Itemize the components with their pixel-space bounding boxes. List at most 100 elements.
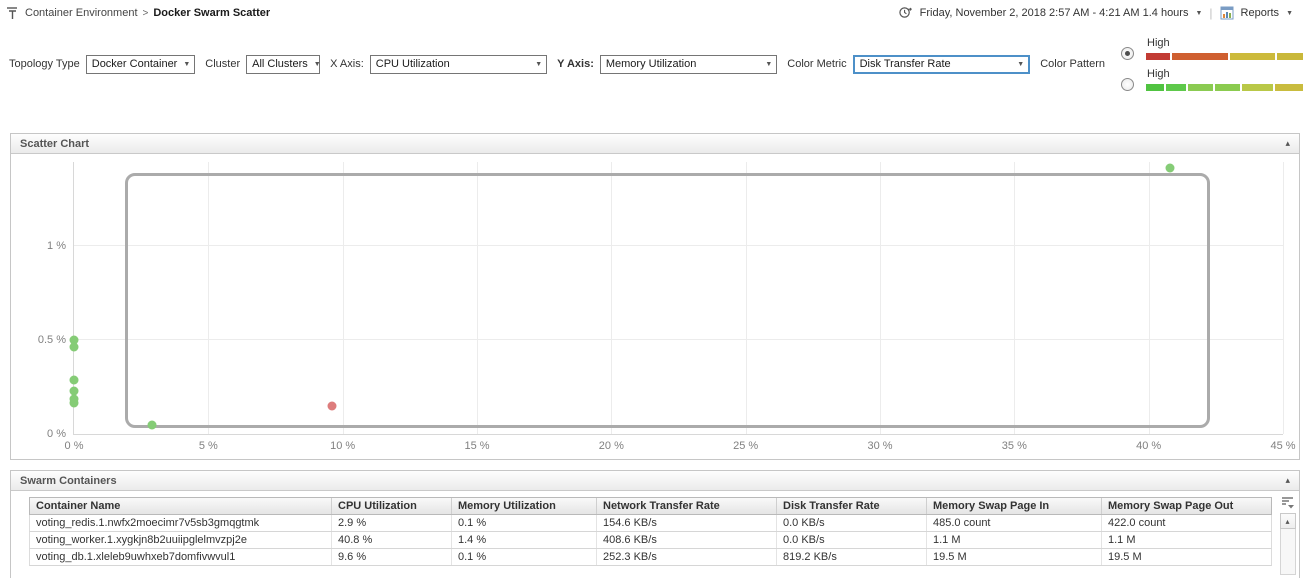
color-metric-select[interactable]: Disk Transfer Rate ▼ (852, 54, 1031, 74)
containers-table-body: voting_redis.1.nwfx2moecimr7v5sb3gmqgtmk… (29, 515, 1272, 566)
gradient-segment (1242, 84, 1274, 91)
table-row[interactable]: voting_worker.1.xygkjn8b2uuiipglelmvzpj2… (29, 532, 1272, 549)
time-range-text[interactable]: Friday, November 2, 2018 2:57 AM - 4:21 … (920, 7, 1189, 19)
color-pattern-swatch: High (1146, 37, 1303, 60)
x-axis-select[interactable]: CPU Utilization ▼ (369, 54, 548, 74)
y-axis-value: Memory Utilization (605, 58, 697, 70)
y-tick-label: 0 % (47, 428, 66, 440)
color-pattern-label: Color Pattern (1040, 58, 1106, 70)
topology-type-select[interactable]: Docker Container ▼ (85, 54, 196, 74)
column-header[interactable]: Disk Transfer Rate (777, 498, 927, 514)
table-cell: voting_worker.1.xygkjn8b2uuiipglelmvzpj2… (30, 532, 332, 548)
table-cell: 819.2 KB/s (777, 549, 927, 565)
color-pattern-radio-red-to-yellow[interactable] (1121, 47, 1135, 60)
x-tick-label: 0 % (64, 440, 84, 452)
breadcrumb-separator: > (142, 7, 149, 19)
column-header[interactable]: Memory Utilization (452, 498, 597, 514)
table-cell: voting_db.1.xleleb9uwhxeb7domfivwvul1 (30, 549, 332, 565)
reports-icon (1220, 6, 1234, 20)
scatter-point[interactable] (147, 420, 157, 430)
y-axis-label: Y Axis: (557, 58, 594, 70)
caret-down-icon: ▼ (183, 60, 191, 68)
column-header[interactable]: CPU Utilization (332, 498, 452, 514)
table-cell: 252.3 KB/s (597, 549, 777, 565)
docker-swarm-scatter-page: Container Environment > Docker Swarm Sca… (0, 0, 1303, 578)
color-pattern-options: High High (1121, 37, 1303, 91)
table-cell: 19.5 M (927, 549, 1102, 565)
table-cell: 154.6 KB/s (597, 515, 777, 531)
table-cell: 422.0 count (1108, 517, 1166, 529)
reports-caret-icon[interactable]: ▼ (1286, 10, 1293, 17)
gradient-segment (1215, 84, 1241, 91)
topbar-divider: | (1209, 6, 1213, 20)
scroll-up-button[interactable]: ▴ (1279, 513, 1296, 529)
table-cell: 1.1 M (1108, 534, 1136, 546)
scatter-chart-panel-header: Scatter Chart ▴ (11, 134, 1299, 154)
reports-menu-label[interactable]: Reports (1241, 7, 1280, 19)
column-header[interactable]: Network Transfer Rate (597, 498, 777, 514)
color-metric-label: Color Metric (787, 58, 847, 70)
table-cell: 0.1 % (452, 515, 597, 531)
top-right-controls: Friday, November 2, 2018 2:57 AM - 4:21 … (898, 6, 1293, 20)
filter-toolbar: Topology Type Docker Container ▼ Cluster… (0, 24, 1303, 104)
collapse-panel-icon[interactable]: ▴ (1285, 475, 1290, 486)
breadcrumb: Container Environment > Docker Swarm Sca… (6, 6, 270, 20)
gradient-segment (1188, 84, 1214, 91)
column-header[interactable]: Memory Swap Page In (927, 498, 1102, 514)
swarm-containers-panel-header: Swarm Containers ▴ (11, 471, 1299, 491)
color-gradient-bar (1146, 53, 1303, 60)
x-tick-label: 10 % (330, 440, 356, 452)
x-tick-label: 15 % (464, 440, 490, 452)
table-cell: 0.1 % (452, 549, 597, 565)
page-title: Docker Swarm Scatter (153, 7, 271, 19)
x-tick-label: 20 % (598, 440, 624, 452)
time-range-icon (898, 6, 913, 20)
table-cell: 40.8 % (332, 532, 452, 548)
column-customizer-icon[interactable] (1280, 495, 1295, 510)
selection-rectangle (125, 173, 1211, 429)
table-cell: 0.0 KB/s (777, 515, 927, 531)
caret-down-icon: ▼ (535, 60, 543, 68)
cluster-select[interactable]: All Clusters ▼ (246, 54, 321, 74)
gradient-segment (1146, 84, 1164, 91)
scatter-point[interactable] (69, 342, 79, 352)
scatter-chart-panel: Scatter Chart ▴ 0 % 5 % 10 % 15 % 20 % 25 % 30… (10, 133, 1300, 460)
color-pattern-swatch: High (1146, 68, 1303, 91)
swarm-containers-title: Swarm Containers (20, 474, 117, 487)
x-gridline (1283, 162, 1284, 434)
table-scrollbar[interactable] (1279, 529, 1296, 575)
scatter-point[interactable] (69, 375, 79, 385)
topology-type-label: Topology Type (9, 58, 80, 70)
table-row[interactable]: voting_redis.1.nwfx2moecimr7v5sb3gmqgtmk… (29, 515, 1272, 532)
caret-down-icon: ▼ (313, 60, 321, 68)
scatter-point[interactable] (69, 398, 79, 408)
top-bar: Container Environment > Docker Swarm Sca… (0, 0, 1303, 24)
scatter-point[interactable] (327, 401, 337, 411)
column-header[interactable]: Container Name (30, 498, 332, 514)
table-cell: 1.1 M (927, 532, 1102, 548)
y-axis-select[interactable]: Memory Utilization ▼ (599, 54, 778, 74)
scatter-plot[interactable]: 0 % 5 % 10 % 15 % 20 % 25 % 30 % 35 % 40 % 45 % 0 … (38, 162, 1296, 452)
time-range-caret-icon[interactable]: ▼ (1195, 10, 1202, 17)
swarm-containers-panel: Swarm Containers ▴ Container Name CPU Uti… (10, 470, 1300, 578)
gradient-segment (1230, 53, 1276, 60)
table-cell: 0.0 KB/s (777, 532, 927, 548)
table-row[interactable]: voting_db.1.xleleb9uwhxeb7domfivwvul1 9.6… (29, 549, 1272, 566)
scatter-point[interactable] (1165, 163, 1175, 173)
containers-table-header: Container Name CPU Utilization Memory Util… (29, 497, 1272, 515)
gradient-segment (1146, 53, 1171, 60)
topology-level-up-icon[interactable] (6, 6, 20, 20)
color-pattern-radio-green-to-yellow[interactable] (1121, 78, 1135, 91)
color-metric-value: Disk Transfer Rate (859, 58, 951, 70)
x-tick-label: 5 % (198, 440, 218, 452)
column-header[interactable]: Memory Swap Page Out (1102, 498, 1273, 514)
x-tick-label: 25 % (733, 440, 759, 452)
collapse-panel-icon[interactable]: ▴ (1285, 138, 1290, 149)
gradient-segment (1275, 84, 1303, 91)
y-tick-label: 0.5 % (37, 334, 66, 347)
table-cell: 9.6 % (332, 549, 452, 565)
color-gradient-bar (1146, 84, 1303, 91)
breadcrumb-parent-link[interactable]: Container Environment (25, 7, 138, 19)
y-tick-label: 1 % (47, 240, 66, 253)
color-pattern-high-label: High (1147, 68, 1170, 80)
